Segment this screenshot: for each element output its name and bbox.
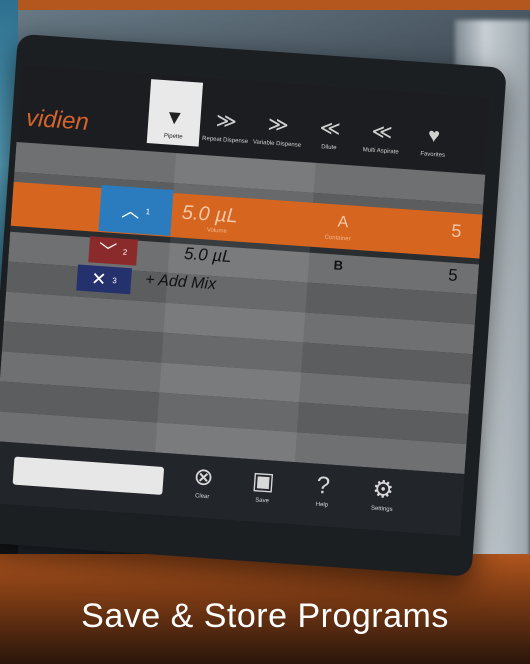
tab-variable-dispense[interactable]: ≫ Variable Dispense [250,86,306,153]
dilute-icon: ≪ [318,117,342,141]
step2-number: 2 [122,247,128,257]
multi-aspirate-icon: ≪ [370,120,394,145]
settings-button[interactable]: ⚙ Settings [362,475,404,514]
pipette-icon: ▼ [163,106,186,130]
mix-step-badge[interactable]: ✕ 3 [76,264,132,295]
step1-volume[interactable]: 5.0 µL [181,202,238,229]
caption-title: Save & Store Programs [81,597,449,635]
heart-icon: ♥ [427,124,441,148]
tab-label: Repeat Dispense [201,135,249,146]
volume-label: Volume [206,227,227,235]
dispense-step-badge[interactable]: ﹀ 2 [88,236,138,266]
brand-logo: vidien [25,104,90,136]
save-label: Save [254,497,270,505]
variable-dispense-icon: ≫ [267,113,290,137]
tab-label: Pipette [163,133,183,141]
step1-container[interactable]: A [337,214,349,233]
clear-icon: ⊗ [192,463,215,492]
save-icon: ▣ [251,467,276,496]
touch-screen: vidien ▼ Pipette ≫ Repeat Dispense ≫ Var… [0,64,491,536]
dispense-icon: ﹀ [98,240,118,263]
settings-label: Settings [370,505,393,514]
aspirate-step-badge[interactable]: ︿ 1 [98,184,174,236]
container-label: Container [324,234,351,243]
tab-label: Multi Aspirate [362,147,399,156]
help-icon: ? [315,471,331,500]
dispense-step: ﹀ 2 [88,236,138,265]
mix-icon: ✕ [90,268,108,290]
tab-repeat-dispense[interactable]: ≫ Repeat Dispense [199,83,255,150]
aspirate-step: ︿ 1 [98,185,173,236]
help-label: Help [315,501,329,509]
save-button[interactable]: ▣ Save [242,467,284,506]
tablet-device: vidien ▼ Pipette ≫ Repeat Dispense ≫ Var… [0,33,507,577]
program-name-input[interactable] [12,456,165,495]
tab-label: Favorites [420,151,446,159]
step3-number: 3 [112,275,118,285]
step2-container[interactable]: B [333,257,343,273]
tab-label: Dilute [320,144,337,152]
step2-extra-value: 5 [447,265,459,286]
tab-label: Variable Dispense [252,139,302,149]
tab-favorites[interactable]: ♥ Favorites [406,97,462,164]
repeat-dispense-icon: ≫ [215,109,238,134]
mode-tabs: ▼ Pipette ≫ Repeat Dispense ≫ Variable D… [146,79,463,165]
step1-extra-value: 5 [450,220,463,242]
help-button[interactable]: ? Help [302,471,344,510]
tab-pipette[interactable]: ▼ Pipette [146,79,204,147]
gear-icon: ⚙ [371,475,395,505]
clear-button[interactable]: ⊗ Clear [182,462,224,501]
mix-step: ✕ 3 [76,265,132,295]
photo-background: vidien ▼ Pipette ≫ Repeat Dispense ≫ Var… [0,0,530,664]
aspirate-icon: ︿ [121,200,141,222]
step2-volume[interactable]: 5.0 µL [183,244,232,267]
step1-number: 1 [145,206,151,216]
background-orange-strip [0,0,530,10]
tab-multi-aspirate[interactable]: ≪ Multi Aspirate [354,94,410,161]
tab-dilute[interactable]: ≪ Dilute [302,90,358,157]
clear-label: Clear [194,493,210,501]
